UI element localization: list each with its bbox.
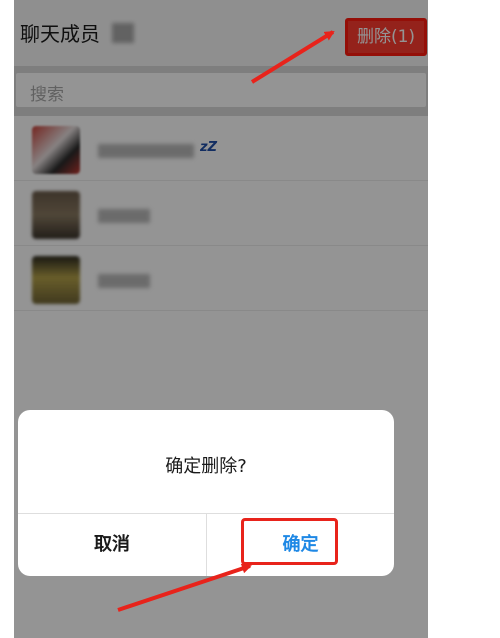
- arrow-to-confirm-icon: [117, 563, 252, 612]
- arrow-to-delete-icon: [250, 30, 335, 84]
- annotation-arrows: [117, 30, 335, 612]
